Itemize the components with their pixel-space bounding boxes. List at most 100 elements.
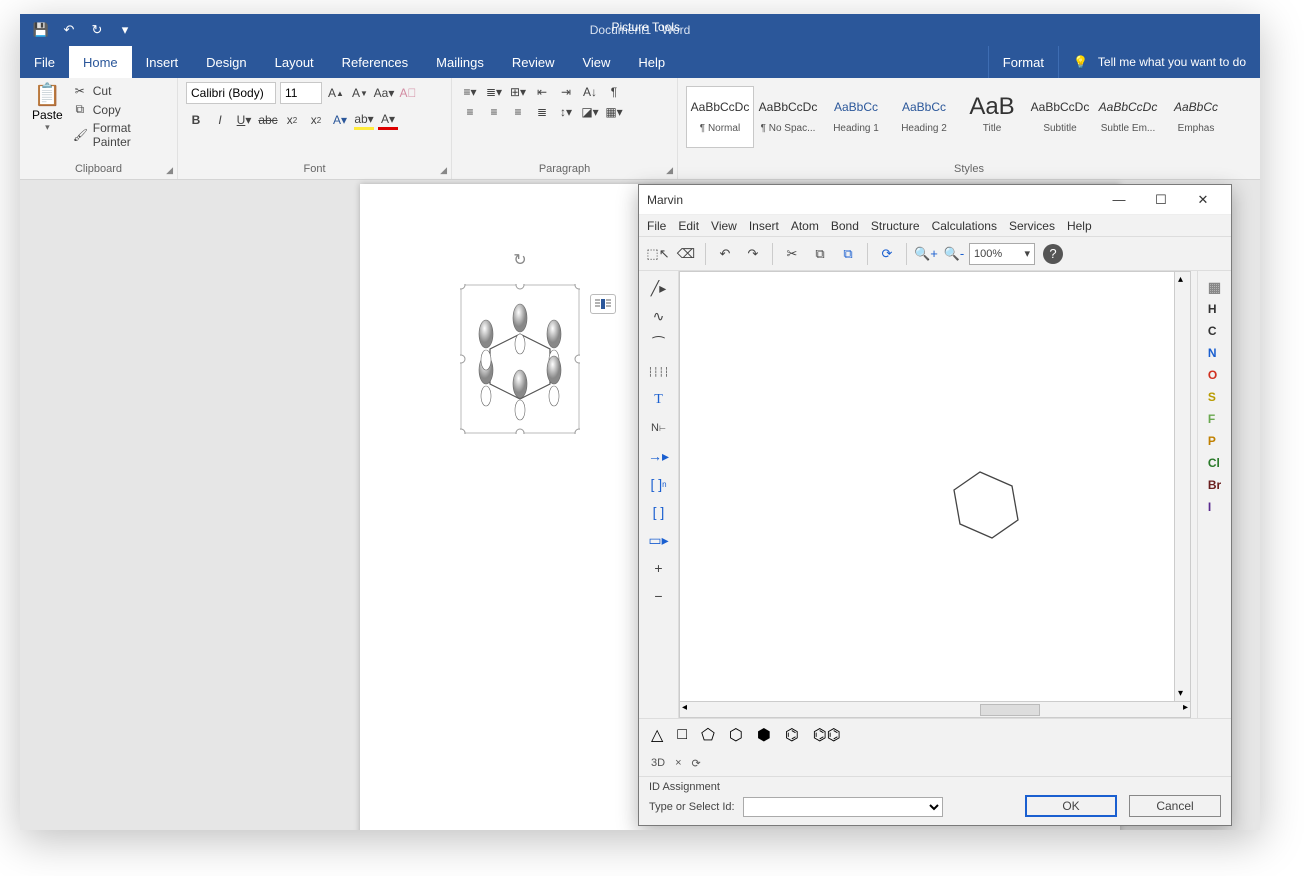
font-size-select[interactable] bbox=[280, 82, 322, 104]
element-i[interactable]: I bbox=[1208, 500, 1221, 514]
marvin-title-bar[interactable]: Marvin — ☐ ✕ bbox=[639, 185, 1231, 215]
menu-edit[interactable]: Edit bbox=[678, 219, 699, 233]
numbering-icon[interactable]: ≣▾ bbox=[484, 82, 504, 102]
shading-icon[interactable]: ◪▾ bbox=[580, 102, 600, 122]
borders-icon[interactable]: ▦▾ bbox=[604, 102, 624, 122]
fused-ring-icon[interactable]: ⌬⌬ bbox=[813, 725, 841, 745]
menu-services[interactable]: Services bbox=[1009, 219, 1055, 233]
pentagon-icon[interactable]: ⬠ bbox=[701, 725, 715, 745]
paste-icon[interactable]: ⧉ bbox=[835, 241, 861, 267]
tab-view[interactable]: View bbox=[568, 46, 624, 78]
marvin-window[interactable]: Marvin — ☐ ✕ File Edit View Insert Atom … bbox=[638, 184, 1232, 826]
undo-icon[interactable]: ↶ bbox=[712, 241, 738, 267]
cancel-button[interactable]: Cancel bbox=[1129, 795, 1221, 817]
rotate-handle-icon[interactable]: ↻ bbox=[513, 250, 526, 270]
save-icon[interactable]: 💾 bbox=[30, 19, 52, 41]
arrow-tool-icon[interactable]: →▸ bbox=[644, 443, 674, 469]
subscript-button[interactable]: x2 bbox=[282, 110, 302, 130]
undo-icon[interactable]: ↶ bbox=[58, 19, 80, 41]
font-color-icon[interactable]: A▾ bbox=[378, 110, 398, 130]
tab-references[interactable]: References bbox=[328, 46, 422, 78]
element-f[interactable]: F bbox=[1208, 412, 1221, 426]
element-n[interactable]: N bbox=[1208, 346, 1221, 360]
hexagon-flat-icon[interactable]: ⬡ bbox=[729, 725, 743, 745]
bullets-icon[interactable]: ≡▾ bbox=[460, 82, 480, 102]
hexagon-icon[interactable]: ⬢ bbox=[757, 725, 771, 745]
copy-button[interactable]: ⧉Copy bbox=[73, 102, 169, 117]
marvin-canvas[interactable]: ◂ ▸ ▴ ▾ bbox=[679, 271, 1191, 718]
clear-format-icon[interactable]: A⃠ bbox=[398, 83, 418, 103]
close-panel-icon[interactable]: × bbox=[675, 757, 681, 769]
tab-help[interactable]: Help bbox=[624, 46, 679, 78]
paragraph-launcher-icon[interactable]: ◢ bbox=[666, 165, 673, 176]
eraser-icon[interactable]: ⌫ bbox=[673, 241, 699, 267]
element-cl[interactable]: Cl bbox=[1208, 456, 1221, 470]
chain-icon[interactable]: ∿ bbox=[644, 303, 674, 329]
h-scrollbar[interactable]: ◂ ▸ bbox=[680, 701, 1190, 717]
bold-button[interactable]: B bbox=[186, 110, 206, 130]
v-scrollbar[interactable]: ▴ ▾ bbox=[1174, 272, 1190, 701]
element-h[interactable]: H bbox=[1208, 302, 1221, 316]
paste-button[interactable]: 📋 Paste ▾ bbox=[28, 82, 67, 149]
benzene-icon[interactable]: ⌬ bbox=[785, 725, 799, 745]
cut-icon[interactable]: ✂ bbox=[779, 241, 805, 267]
qat-dropdown-icon[interactable]: ▾ bbox=[114, 19, 136, 41]
font-launcher-icon[interactable]: ◢ bbox=[440, 165, 447, 176]
shrink-font-icon[interactable]: A▼ bbox=[350, 83, 370, 103]
decrease-indent-icon[interactable]: ⇤ bbox=[532, 82, 552, 102]
line-spacing-icon[interactable]: ↕▾ bbox=[556, 102, 576, 122]
refresh-icon[interactable]: ⟳ bbox=[692, 757, 701, 770]
element-br[interactable]: Br bbox=[1208, 478, 1221, 492]
menu-bond[interactable]: Bond bbox=[831, 219, 859, 233]
zoom-select[interactable]: 100%▾ bbox=[969, 243, 1035, 265]
tab-file[interactable]: File bbox=[20, 46, 69, 78]
tab-mailings[interactable]: Mailings bbox=[422, 46, 498, 78]
style-emphas[interactable]: AaBbCcEmphas bbox=[1162, 86, 1230, 148]
text-effects-icon[interactable]: A▾ bbox=[330, 110, 350, 130]
redo-icon[interactable]: ↻ bbox=[86, 19, 108, 41]
tab-insert[interactable]: Insert bbox=[132, 46, 193, 78]
menu-atom[interactable]: Atom bbox=[791, 219, 819, 233]
ok-button[interactable]: OK bbox=[1025, 795, 1117, 817]
align-center-icon[interactable]: ≡ bbox=[484, 102, 504, 122]
show-marks-icon[interactable]: ¶ bbox=[604, 82, 624, 102]
help-icon[interactable]: ? bbox=[1043, 244, 1063, 264]
tab-home[interactable]: Home bbox=[69, 46, 132, 78]
maximize-icon[interactable]: ☐ bbox=[1141, 186, 1181, 214]
periodic-table-icon[interactable]: ▦ bbox=[1208, 279, 1221, 296]
italic-button[interactable]: I bbox=[210, 110, 230, 130]
sort-icon[interactable]: A↓ bbox=[580, 82, 600, 102]
tab-format[interactable]: Format bbox=[988, 46, 1059, 78]
layout-options-icon[interactable] bbox=[590, 294, 616, 314]
style-subtitle[interactable]: AaBbCcDcSubtitle bbox=[1026, 86, 1094, 148]
cut-button[interactable]: ✂Cut bbox=[73, 84, 169, 98]
multilevel-icon[interactable]: ⊞▾ bbox=[508, 82, 528, 102]
rectangle-icon[interactable]: ▭▸ bbox=[644, 527, 674, 553]
copy-icon[interactable]: ⧉ bbox=[807, 241, 833, 267]
triangle-icon[interactable]: △ bbox=[651, 725, 663, 745]
format-painter-button[interactable]: 🖌Format Painter bbox=[73, 121, 169, 149]
element-s[interactable]: S bbox=[1208, 390, 1221, 404]
tab-layout[interactable]: Layout bbox=[261, 46, 328, 78]
clipboard-launcher-icon[interactable]: ◢ bbox=[166, 165, 173, 176]
curve-icon[interactable]: ⁀ bbox=[644, 331, 674, 357]
superscript-button[interactable]: x2 bbox=[306, 110, 326, 130]
tab-review[interactable]: Review bbox=[498, 46, 569, 78]
rotate-icon[interactable]: ⟳ bbox=[874, 241, 900, 267]
3d-label[interactable]: 3D bbox=[651, 757, 665, 769]
menu-file[interactable]: File bbox=[647, 219, 666, 233]
underline-button[interactable]: U▾ bbox=[234, 110, 254, 130]
font-name-select[interactable] bbox=[186, 82, 276, 104]
menu-calculations[interactable]: Calculations bbox=[932, 219, 997, 233]
tell-me-search[interactable]: 💡 Tell me what you want to do bbox=[1059, 46, 1260, 78]
increase-indent-icon[interactable]: ⇥ bbox=[556, 82, 576, 102]
tab-design[interactable]: Design bbox=[192, 46, 260, 78]
close-icon[interactable]: ✕ bbox=[1183, 186, 1223, 214]
justify-icon[interactable]: ≣ bbox=[532, 102, 552, 122]
label-tool-icon[interactable]: N⊢ bbox=[644, 415, 674, 441]
select-tool-icon[interactable]: ⬚↖ bbox=[645, 241, 671, 267]
zoom-in-icon[interactable]: 🔍+ bbox=[913, 241, 939, 267]
single-bond-icon[interactable]: ╱▸ bbox=[644, 275, 674, 301]
style-title[interactable]: AaBTitle bbox=[958, 86, 1026, 148]
element-c[interactable]: C bbox=[1208, 324, 1221, 338]
